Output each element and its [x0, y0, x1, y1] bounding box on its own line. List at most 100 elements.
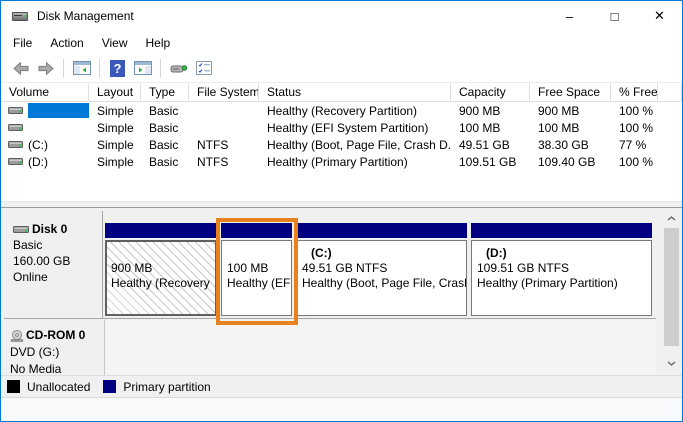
disk-0-row: Disk 0 Basic 160.00 GB Online 900 MB Hea…	[4, 211, 656, 319]
column-header-capacity[interactable]: Capacity	[451, 83, 530, 102]
partition-status: Healthy (EF	[227, 276, 291, 290]
partition-color-bar	[471, 223, 652, 238]
cell-type: Basic	[149, 154, 179, 169]
cd-icon	[10, 329, 24, 342]
checklist-icon[interactable]	[191, 57, 216, 80]
toolbar: ?	[1, 54, 682, 82]
graphical-view: Disk 0 Basic 160.00 GB Online 900 MB Hea…	[1, 208, 682, 375]
partition-recovery[interactable]: 900 MB Healthy (Recovery	[105, 223, 217, 318]
column-header-pct-free[interactable]: % Free	[611, 83, 658, 102]
show-console-tree-icon[interactable]	[69, 57, 94, 80]
column-header-file-system[interactable]: File System	[189, 83, 259, 102]
menu-help[interactable]: Help	[137, 34, 180, 52]
table-row[interactable]: (C:) Simple Basic NTFS Healthy (Boot, Pa…	[1, 136, 682, 153]
cell-free-space: 100 MB	[538, 120, 580, 135]
cell-layout: Simple	[97, 137, 134, 152]
pane-splitter[interactable]	[1, 201, 682, 208]
cell-status: Healthy (Recovery Partition)	[267, 103, 418, 118]
cell-type: Basic	[149, 120, 179, 135]
cell-file-system: NTFS	[197, 154, 229, 169]
cdrom-strip	[105, 320, 656, 375]
volume-icon	[8, 140, 23, 149]
vertical-scrollbar[interactable]	[663, 210, 680, 372]
cdrom-0-label-panel[interactable]: CD-ROM 0 DVD (G:) No Media	[4, 320, 105, 375]
cell-capacity: 900 MB	[459, 103, 501, 118]
partition-title	[111, 246, 215, 261]
cell-pct-free: 100 %	[619, 120, 654, 135]
column-header-volume[interactable]: Volume	[1, 83, 89, 102]
disk-properties-icon[interactable]	[166, 57, 191, 80]
volume-name: (D:)	[28, 154, 48, 169]
legend-swatch-primary-partition	[103, 380, 117, 393]
cell-status: Healthy (Primary Partition)	[267, 154, 408, 169]
volume-list: Volume Layout Type File System Status Ca…	[1, 82, 682, 201]
scroll-up-icon[interactable]	[663, 210, 680, 227]
maximize-button[interactable]: □	[592, 1, 637, 31]
disk-0-label-panel[interactable]: Disk 0 Basic 160.00 GB Online	[4, 211, 103, 318]
table-row[interactable]: Simple Basic Healthy (EFI System Partiti…	[1, 119, 682, 136]
volume-name: (C:)	[28, 137, 48, 152]
table-row[interactable]: Simple Basic Healthy (Recovery Partition…	[1, 102, 682, 119]
cell-pct-free: 77 %	[619, 137, 647, 152]
disk-state: Online	[13, 270, 48, 284]
disk-management-app-icon	[12, 9, 30, 23]
cell-type: Basic	[149, 137, 179, 152]
partition-size: 109.51 GB NTFS	[477, 261, 570, 275]
partition-title: (C:)	[311, 246, 332, 260]
toolbar-separator	[160, 58, 161, 78]
menu-view[interactable]: View	[93, 34, 137, 52]
close-button[interactable]: ✕	[637, 1, 682, 31]
partition-color-bar	[296, 223, 467, 238]
scrollbar-thumb[interactable]	[664, 228, 679, 346]
partition-status: Healthy (Boot, Page File, Crash	[302, 276, 467, 290]
minimize-button[interactable]: –	[547, 1, 592, 31]
column-header-free-space[interactable]: Free Space	[530, 83, 611, 102]
partition-efi[interactable]: 100 MB Healthy (EF	[221, 223, 292, 318]
legend-label-primary-partition: Primary partition	[123, 379, 211, 394]
partition-d[interactable]: (D:) 109.51 GB NTFS Healthy (Primary Par…	[471, 223, 652, 318]
volume-name	[28, 103, 89, 118]
cell-file-system: NTFS	[197, 137, 229, 152]
status-bar	[1, 397, 682, 421]
forward-icon[interactable]	[33, 57, 58, 80]
partition-title	[227, 246, 291, 261]
column-header-type[interactable]: Type	[141, 83, 189, 102]
disk-size: 160.00 GB	[13, 254, 71, 268]
table-row[interactable]: (D:) Simple Basic NTFS Healthy (Primary …	[1, 153, 682, 170]
column-header-layout[interactable]: Layout	[89, 83, 141, 102]
legend-bar: Unallocated Primary partition	[1, 375, 682, 397]
cell-capacity: 109.51 GB	[459, 154, 517, 169]
partition-size: 100 MB	[227, 261, 269, 275]
window-title: Disk Management	[37, 9, 134, 23]
disk-management-window: Disk Management – □ ✕ File Action View H…	[0, 0, 683, 422]
show-action-pane-icon[interactable]	[130, 57, 155, 80]
cell-status: Healthy (Boot, Page File, Crash D...	[267, 137, 451, 152]
cdrom-name: CD-ROM 0	[26, 328, 86, 342]
cdrom-0-row: CD-ROM 0 DVD (G:) No Media	[4, 320, 656, 375]
partition-c[interactable]: (C:) 49.51 GB NTFS Healthy (Boot, Page F…	[296, 223, 467, 318]
partition-size: 49.51 GB NTFS	[302, 261, 388, 275]
menu-action[interactable]: Action	[41, 34, 92, 52]
scroll-down-icon[interactable]	[663, 355, 680, 372]
cell-layout: Simple	[97, 120, 134, 135]
toolbar-separator	[63, 58, 64, 78]
cell-free-space: 38.30 GB	[538, 137, 589, 152]
cell-free-space: 900 MB	[538, 103, 580, 118]
cell-capacity: 49.51 GB	[459, 137, 510, 152]
cdrom-status: No Media	[10, 362, 62, 375]
help-icon[interactable]: ?	[105, 57, 130, 80]
cell-capacity: 100 MB	[459, 120, 501, 135]
partition-status: Healthy (Primary Partition)	[477, 276, 618, 290]
disk-icon	[13, 225, 29, 234]
cell-pct-free: 100 %	[619, 154, 654, 169]
title-bar: Disk Management – □ ✕	[1, 1, 682, 31]
cell-status: Healthy (EFI System Partition)	[267, 120, 429, 135]
partition-strip: 900 MB Healthy (Recovery 100 MB Healthy …	[103, 211, 656, 318]
cell-pct-free: 100 %	[619, 103, 654, 118]
back-icon[interactable]	[8, 57, 33, 80]
column-header-status[interactable]: Status	[259, 83, 451, 102]
legend-swatch-unallocated	[7, 380, 20, 393]
menu-file[interactable]: File	[4, 34, 41, 52]
partition-color-bar	[221, 223, 292, 238]
partition-color-bar	[105, 223, 217, 238]
